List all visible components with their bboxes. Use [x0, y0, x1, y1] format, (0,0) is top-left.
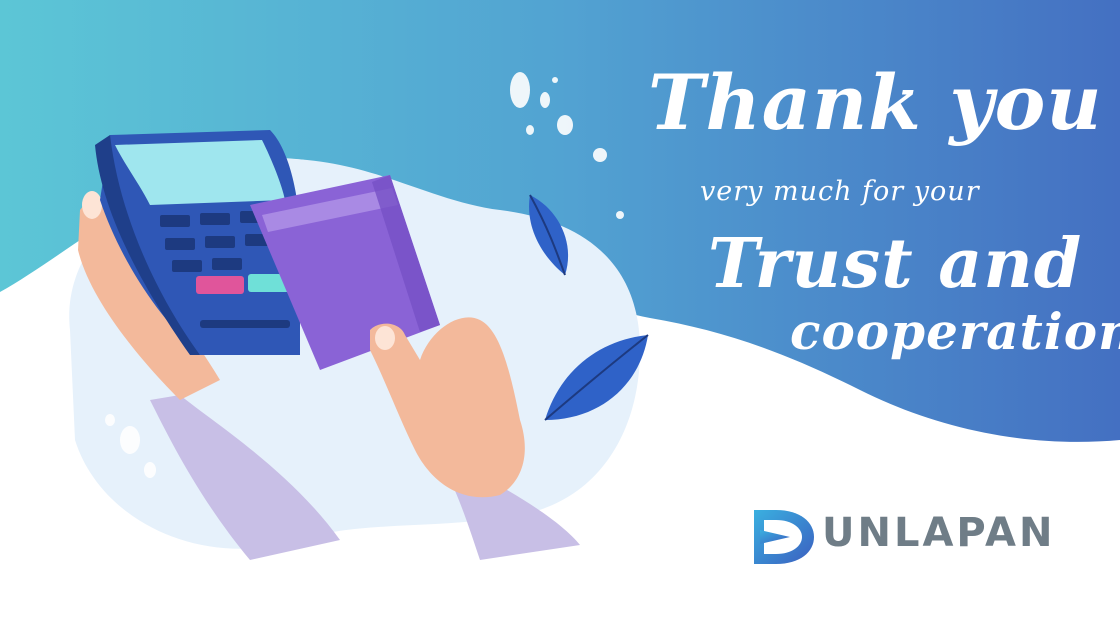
brand-logo-icon — [754, 510, 814, 564]
headline-cooperation: cooperation — [790, 302, 1120, 361]
headline-trust-and: Trust and — [708, 224, 1083, 304]
brand-name: UNLAPAN — [822, 510, 1056, 556]
headline-very-much: very much for your — [700, 176, 980, 207]
headline-thank-you: Thank you — [648, 58, 1103, 147]
